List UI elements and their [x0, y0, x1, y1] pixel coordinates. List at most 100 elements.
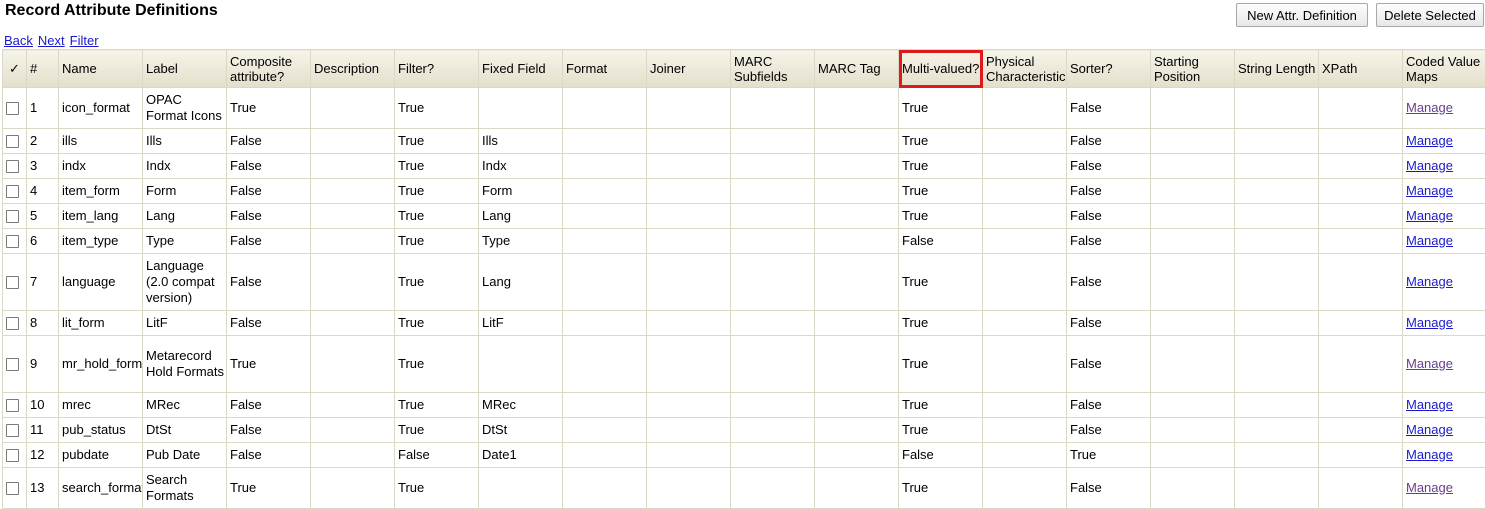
col-label[interactable]: Label	[143, 50, 227, 88]
col-string-length[interactable]: String Length	[1235, 50, 1319, 88]
col-name[interactable]: Name	[59, 50, 143, 88]
col-select-all[interactable]: ✓	[3, 50, 27, 88]
col-num[interactable]: #	[27, 50, 59, 88]
row-checkbox-cell[interactable]	[3, 336, 27, 393]
row-checkbox-cell[interactable]	[3, 179, 27, 204]
col-composite[interactable]: Composite attribute?	[227, 50, 311, 88]
col-sorter[interactable]: Sorter?	[1067, 50, 1151, 88]
cell-name: pubdate	[59, 443, 143, 468]
row-number: 6	[27, 229, 59, 254]
col-marc-subfields[interactable]: MARC Subfields	[731, 50, 815, 88]
cell-fixed-field	[479, 336, 563, 393]
manage-link[interactable]: Manage	[1406, 158, 1453, 173]
manage-link[interactable]: Manage	[1406, 133, 1453, 148]
table-row[interactable]: 12 pubdate Pub Date False False Date1 Fa…	[3, 443, 1485, 468]
cell-joiner	[647, 179, 731, 204]
row-number: 9	[27, 336, 59, 393]
cell-marc-tag	[815, 443, 899, 468]
cell-fixed-field: LitF	[479, 311, 563, 336]
col-coded-value-maps[interactable]: Coded Value Maps	[1403, 50, 1485, 88]
cell-xpath	[1319, 88, 1403, 129]
col-multi-valued[interactable]: Multi-valued?	[899, 50, 983, 88]
cell-physical	[983, 311, 1067, 336]
table-row[interactable]: 4 item_form Form False True Form True Fa…	[3, 179, 1485, 204]
table-row[interactable]: 10 mrec MRec False True MRec True False …	[3, 393, 1485, 418]
table-row[interactable]: 7 language Language (2.0 compat version)…	[3, 254, 1485, 311]
row-checkbox-cell[interactable]	[3, 418, 27, 443]
cell-format	[563, 311, 647, 336]
cell-starting-position	[1151, 204, 1235, 229]
row-checkbox[interactable]	[6, 135, 19, 148]
cell-xpath	[1319, 311, 1403, 336]
row-checkbox-cell[interactable]	[3, 88, 27, 129]
filter-link[interactable]: Filter	[70, 33, 99, 48]
manage-link[interactable]: Manage	[1406, 447, 1453, 462]
cell-marc-subfields	[731, 468, 815, 509]
row-checkbox[interactable]	[6, 102, 19, 115]
row-checkbox[interactable]	[6, 399, 19, 412]
manage-link[interactable]: Manage	[1406, 480, 1453, 495]
cell-marc-tag	[815, 393, 899, 418]
row-checkbox[interactable]	[6, 317, 19, 330]
cell-description	[311, 204, 395, 229]
row-checkbox[interactable]	[6, 210, 19, 223]
manage-link[interactable]: Manage	[1406, 183, 1453, 198]
table-row[interactable]: 3 indx Indx False True Indx True False M…	[3, 154, 1485, 179]
delete-selected-button[interactable]: Delete Selected	[1376, 3, 1484, 27]
table-row[interactable]: 1 icon_format OPAC Format Icons True Tru…	[3, 88, 1485, 129]
row-checkbox[interactable]	[6, 185, 19, 198]
manage-link[interactable]: Manage	[1406, 356, 1453, 371]
row-checkbox-cell[interactable]	[3, 311, 27, 336]
col-fixed-field[interactable]: Fixed Field	[479, 50, 563, 88]
col-xpath[interactable]: XPath	[1319, 50, 1403, 88]
col-marc-tag[interactable]: MARC Tag	[815, 50, 899, 88]
col-joiner[interactable]: Joiner	[647, 50, 731, 88]
row-checkbox-cell[interactable]	[3, 443, 27, 468]
row-checkbox[interactable]	[6, 160, 19, 173]
new-attr-definition-button[interactable]: New Attr. Definition	[1236, 3, 1368, 27]
cell-sorter: True	[1067, 443, 1151, 468]
cell-sorter: False	[1067, 179, 1151, 204]
row-checkbox[interactable]	[6, 276, 19, 289]
manage-link[interactable]: Manage	[1406, 100, 1453, 115]
cell-coded-value-maps: Manage	[1403, 179, 1485, 204]
row-checkbox[interactable]	[6, 235, 19, 248]
table-row[interactable]: 6 item_type Type False True Type False F…	[3, 229, 1485, 254]
back-link[interactable]: Back	[4, 33, 33, 48]
table-row[interactable]: 5 item_lang Lang False True Lang True Fa…	[3, 204, 1485, 229]
row-checkbox-cell[interactable]	[3, 254, 27, 311]
manage-link[interactable]: Manage	[1406, 397, 1453, 412]
col-starting-position[interactable]: Starting Position	[1151, 50, 1235, 88]
table-row[interactable]: 11 pub_status DtSt False True DtSt True …	[3, 418, 1485, 443]
cell-sorter: False	[1067, 393, 1151, 418]
table-row[interactable]: 2 ills Ills False True Ills True False M…	[3, 129, 1485, 154]
col-format[interactable]: Format	[563, 50, 647, 88]
row-checkbox[interactable]	[6, 449, 19, 462]
cell-multi-valued: True	[899, 254, 983, 311]
next-link[interactable]: Next	[38, 33, 65, 48]
row-checkbox-cell[interactable]	[3, 229, 27, 254]
col-physical-characteristic[interactable]: Physical Characteristic	[983, 50, 1067, 88]
cell-filter: True	[395, 254, 479, 311]
cell-physical	[983, 88, 1067, 129]
table-row[interactable]: 9 mr_hold_format Metarecord Hold Formats…	[3, 336, 1485, 393]
row-checkbox-cell[interactable]	[3, 129, 27, 154]
row-checkbox-cell[interactable]	[3, 393, 27, 418]
cell-marc-tag	[815, 229, 899, 254]
col-description[interactable]: Description	[311, 50, 395, 88]
manage-link[interactable]: Manage	[1406, 315, 1453, 330]
row-checkbox-cell[interactable]	[3, 468, 27, 509]
row-checkbox[interactable]	[6, 424, 19, 437]
table-row[interactable]: 13 search_format Search Formats True Tru…	[3, 468, 1485, 509]
manage-link[interactable]: Manage	[1406, 274, 1453, 289]
row-checkbox-cell[interactable]	[3, 154, 27, 179]
row-checkbox[interactable]	[6, 482, 19, 495]
table-row[interactable]: 8 lit_form LitF False True LitF True Fal…	[3, 311, 1485, 336]
manage-link[interactable]: Manage	[1406, 422, 1453, 437]
manage-link[interactable]: Manage	[1406, 208, 1453, 223]
col-filter[interactable]: Filter?	[395, 50, 479, 88]
manage-link[interactable]: Manage	[1406, 233, 1453, 248]
cell-multi-valued[interactable]: True	[899, 88, 983, 129]
row-checkbox[interactable]	[6, 358, 19, 371]
row-checkbox-cell[interactable]	[3, 204, 27, 229]
